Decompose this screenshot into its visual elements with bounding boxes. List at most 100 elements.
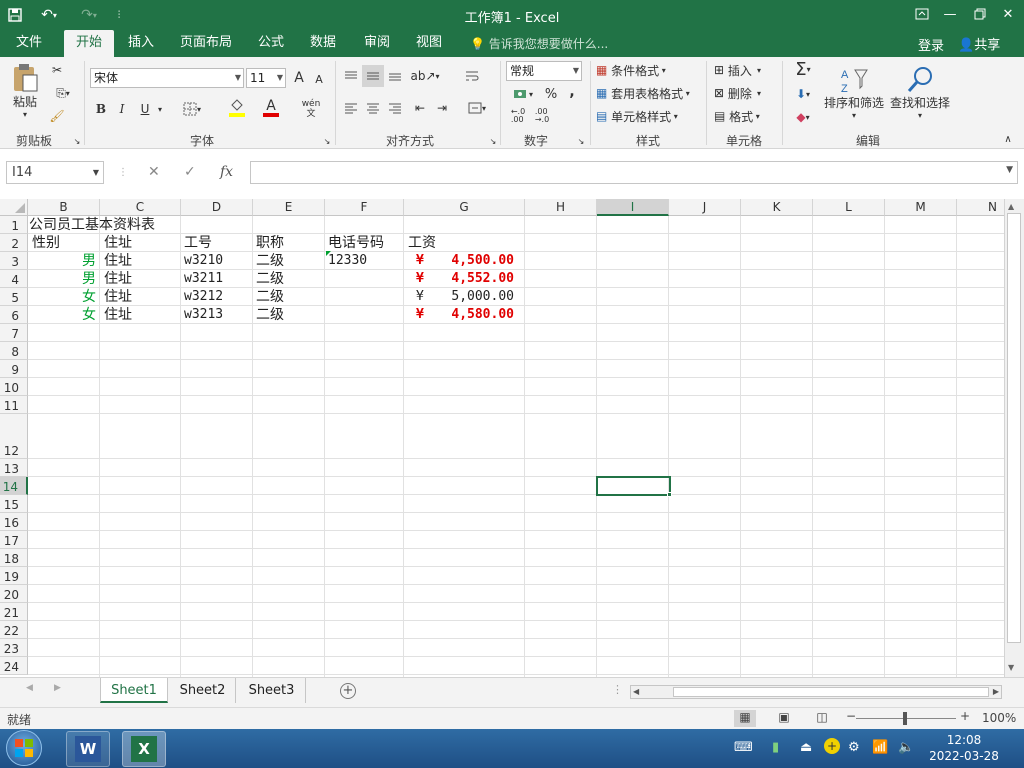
column-header-j[interactable]: J [669, 199, 741, 216]
page-break-view-icon[interactable]: ◫ [814, 710, 830, 724]
column-header-l[interactable]: L [813, 199, 885, 216]
row-header-2[interactable]: 2 [0, 234, 28, 252]
format-as-table-button[interactable]: ▦ 套用表格格式 ▾ [596, 84, 690, 102]
vertical-scroll-thumb[interactable] [1007, 213, 1021, 643]
column-header-c[interactable]: C [100, 199, 181, 216]
cell-address[interactable]: 住址 [104, 252, 132, 270]
new-sheet-icon[interactable]: + [340, 683, 356, 699]
conditional-formatting-button[interactable]: ▦ 条件格式 ▾ [596, 61, 666, 79]
borders-icon[interactable]: ▾ [178, 99, 206, 119]
sheet-tab-sheet2[interactable]: Sheet2 [170, 678, 236, 703]
row-header-3[interactable]: 3 [0, 252, 28, 270]
zoom-level[interactable]: 100% [982, 711, 1016, 725]
sort-filter-button[interactable]: AZ 排序和筛选 ▾ [822, 61, 886, 125]
usb-icon[interactable]: ⏏ [800, 740, 812, 755]
prev-sheet-icon[interactable]: ◀ [26, 683, 33, 693]
share-button[interactable]: 👤共享 [958, 34, 1000, 53]
column-header-k[interactable]: K [741, 199, 813, 216]
cell-address[interactable]: 住址 [104, 288, 132, 306]
align-left-icon[interactable] [342, 99, 360, 117]
row-header-1[interactable]: 1 [0, 216, 28, 234]
cell-gender[interactable]: 女 [82, 306, 96, 324]
decrease-indent-icon[interactable]: ⇤ [410, 99, 430, 117]
row-header-10[interactable]: 10 [0, 378, 28, 396]
column-header-d[interactable]: D [181, 199, 253, 216]
customize-quick-access-icon[interactable]: ⫶ [112, 4, 126, 26]
settings-tray-icon[interactable]: ⚙ [848, 740, 860, 755]
cell-gender[interactable]: 男 [82, 252, 96, 270]
align-right-icon[interactable] [386, 99, 404, 117]
number-launcher-icon[interactable]: ↘ [576, 136, 586, 146]
fill-handle[interactable] [667, 492, 672, 497]
tab-page-layout[interactable]: 页面布局 [174, 30, 238, 57]
find-select-button[interactable]: 查找和选择 ▾ [888, 61, 952, 125]
vertical-scrollbar[interactable]: ▲ ▼ [1004, 199, 1024, 677]
taskbar-word-app[interactable]: W [66, 731, 110, 767]
sign-in-link[interactable]: 登录 [918, 35, 944, 54]
row-header-4[interactable]: 4 [0, 270, 28, 288]
active-cell-border[interactable] [596, 476, 671, 496]
network-icon[interactable]: 📶 [872, 740, 888, 755]
sheet-tab-sheet1[interactable]: Sheet1 [100, 678, 168, 703]
row-header-13[interactable]: 13 [0, 459, 28, 477]
header-phone[interactable]: 电话号码 [328, 234, 384, 252]
horizontal-scrollbar[interactable]: ◀ ▶ [630, 685, 1002, 699]
cell-salary[interactable]: 4,500.00 [440, 252, 514, 270]
tell-me-box[interactable]: 💡 告诉我您想要做什么... [470, 35, 608, 52]
taskbar-excel-app[interactable]: X [122, 731, 166, 767]
format-painter-icon[interactable]: 🖌 [48, 107, 66, 125]
tab-file[interactable]: 文件 [10, 30, 48, 57]
tab-formulas[interactable]: 公式 [252, 30, 290, 57]
fill-icon[interactable]: ⬇ ▾ [788, 84, 818, 104]
phonetic-guide-icon[interactable]: wén 文 [296, 97, 326, 121]
row-header-24[interactable]: 24 [0, 657, 28, 675]
worksheet-grid[interactable]: BCDEFGHIJKLMN 1 2 3 4 5 6 7 8 9 10 11 12 13 14 15 16 17 1… [0, 199, 1004, 677]
cut-icon[interactable]: ✂ [48, 61, 66, 79]
clear-icon[interactable]: ◆ ▾ [788, 107, 818, 127]
cell-phone[interactable]: 12330 [328, 252, 367, 270]
tab-data[interactable]: 数据 [304, 30, 342, 57]
underline-dropdown-icon[interactable]: ▾ [156, 99, 164, 119]
cell-styles-button[interactable]: ▤ 单元格样式 ▾ [596, 107, 678, 125]
system-clock[interactable]: 12:08 2022-03-28 [924, 732, 1004, 764]
merge-center-icon[interactable]: ▾ [462, 99, 492, 117]
row-header-11[interactable]: 11 [0, 396, 28, 414]
name-box[interactable]: I14 ▼ [6, 161, 104, 184]
save-icon[interactable] [6, 4, 24, 26]
undo-icon[interactable]: ↶ ▾ [34, 4, 64, 26]
tab-view[interactable]: 视图 [410, 30, 448, 57]
minimize-icon[interactable]: — [938, 3, 962, 25]
row-header-19[interactable]: 19 [0, 567, 28, 585]
header-address[interactable]: 住址 [104, 234, 132, 252]
cell-address[interactable]: 住址 [104, 270, 132, 288]
page-layout-view-icon[interactable]: ▣ [776, 710, 792, 724]
row-header-18[interactable]: 18 [0, 549, 28, 567]
copy-icon[interactable]: ⎘ ▾ [48, 84, 78, 102]
insert-function-button[interactable]: fx [220, 161, 233, 184]
zoom-in-icon[interactable]: + [960, 709, 970, 723]
percent-style-button[interactable]: % [544, 85, 558, 103]
number-format-select[interactable]: 常规 ▼ [506, 61, 582, 81]
column-header-n[interactable]: N [957, 199, 1004, 216]
italic-button[interactable]: I [115, 99, 129, 119]
sheet-title-cell[interactable]: 公司员工基本资料表 [29, 216, 155, 234]
start-button[interactable] [6, 730, 42, 766]
cell-gender[interactable]: 女 [82, 288, 96, 306]
cell-salary[interactable]: 5,000.00 [440, 288, 514, 306]
row-header-8[interactable]: 8 [0, 342, 28, 360]
cell-rank[interactable]: 二级 [256, 252, 284, 270]
ribbon-display-options-icon[interactable] [910, 3, 934, 25]
align-center-icon[interactable] [364, 99, 382, 117]
cell-rank[interactable]: 二级 [256, 270, 284, 288]
column-header-m[interactable]: M [885, 199, 957, 216]
accounting-format-icon[interactable]: ▾ [508, 85, 538, 103]
cell-id[interactable]: w3213 [184, 306, 223, 324]
formula-input[interactable]: ▼ [250, 161, 1018, 184]
row-header-9[interactable]: 9 [0, 360, 28, 378]
tab-split-handle[interactable]: ⋮ [612, 683, 623, 696]
delete-cells-button[interactable]: ⊠ 删除 ▾ [714, 84, 761, 102]
next-sheet-icon[interactable]: ▶ [54, 683, 61, 693]
column-header-e[interactable]: E [253, 199, 325, 216]
tab-insert[interactable]: 插入 [122, 30, 160, 57]
close-icon[interactable]: ✕ [996, 3, 1020, 25]
